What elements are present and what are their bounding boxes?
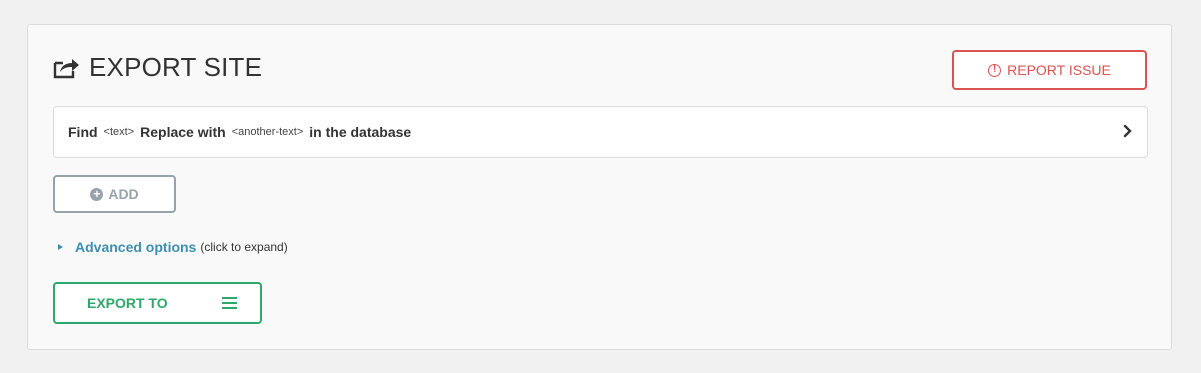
add-button[interactable]: + ADD: [53, 175, 176, 213]
expand-triangle-icon[interactable]: [58, 244, 63, 250]
menu-icon: [222, 297, 237, 309]
advanced-options-hint: (click to expand): [200, 240, 288, 254]
find-label: Find: [68, 124, 98, 140]
report-issue-label: REPORT ISSUE: [1007, 62, 1111, 78]
export-site-panel: EXPORT SITE ! REPORT ISSUE Find <text> R…: [27, 24, 1172, 350]
page-title-text: EXPORT SITE: [89, 52, 263, 82]
chevron-right-icon[interactable]: [1123, 124, 1133, 141]
share-icon: [53, 57, 81, 79]
exclamation-circle-icon: !: [988, 63, 1002, 77]
find-replace-suffix: in the database: [309, 124, 412, 140]
add-button-label: ADD: [108, 186, 139, 202]
export-to-label: EXPORT TO: [87, 295, 168, 311]
find-replace-row[interactable]: Find <text> Replace with <another-text> …: [53, 106, 1148, 158]
replace-placeholder: <another-text>: [231, 126, 304, 138]
advanced-options-link[interactable]: Advanced options: [75, 239, 196, 255]
plus-circle-icon: +: [90, 187, 104, 201]
report-issue-button[interactable]: ! REPORT ISSUE: [952, 50, 1147, 90]
replace-label: Replace with: [140, 124, 226, 140]
page-title: EXPORT SITE: [53, 52, 262, 83]
advanced-options[interactable]: Advanced options (click to expand): [58, 239, 288, 255]
find-placeholder: <text>: [103, 126, 135, 138]
export-to-button[interactable]: EXPORT TO: [53, 282, 262, 324]
